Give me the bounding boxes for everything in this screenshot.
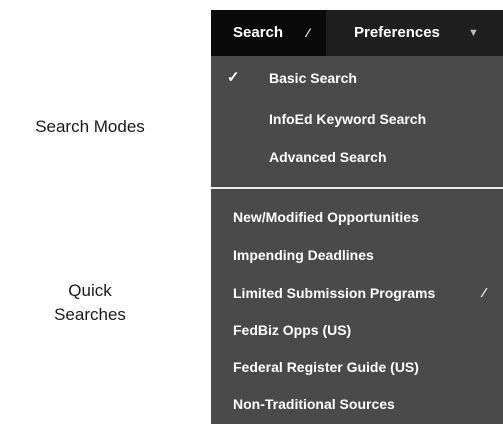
menu-item-label: Limited Submission Programs [233, 285, 436, 301]
menu-item-new-modified-opportunities[interactable]: New/Modified Opportunities [211, 201, 503, 233]
menu-divider [211, 187, 503, 189]
menu-item-label: New/Modified Opportunities [233, 209, 419, 225]
quick-searches-annotation: Quick Searches [10, 279, 170, 327]
menu-item-label: Advanced Search [269, 149, 387, 165]
search-menu-tab[interactable]: Search ⁄ [211, 10, 326, 56]
chevron-down-icon: ▼ [468, 27, 479, 39]
menu-item-label: FedBiz Opps (US) [233, 322, 352, 338]
menu-item-label: Federal Register Guide (US) [233, 359, 419, 375]
submenu-arrow-icon: ⁄ [483, 285, 486, 300]
preferences-menu-tab[interactable]: Preferences ▼ [326, 10, 503, 56]
menu-item-infoed-keyword-search[interactable]: InfoEd Keyword Search [211, 103, 503, 135]
menu-item-advanced-search[interactable]: Advanced Search [211, 141, 503, 173]
menu-item-label: Impending Deadlines [233, 247, 374, 263]
search-dropdown-menu: ✓ Basic Search InfoEd Keyword Search Adv… [211, 56, 503, 424]
preferences-menu-label: Preferences [354, 24, 440, 41]
menu-bar: Search ⁄ Preferences ▼ [211, 10, 503, 56]
menu-item-label: Basic Search [269, 70, 357, 86]
menu-item-federal-register-guide[interactable]: Federal Register Guide (US) [211, 351, 503, 383]
menu-item-non-traditional-sources[interactable]: Non-Traditional Sources [211, 388, 503, 420]
menu-item-impending-deadlines[interactable]: Impending Deadlines [211, 239, 503, 271]
menu-item-label: Non-Traditional Sources [233, 396, 395, 412]
quick-searches-annotation-line1: Quick [68, 281, 112, 300]
search-modes-annotation: Search Modes [35, 117, 145, 136]
menu-item-basic-search[interactable]: ✓ Basic Search [211, 62, 503, 94]
checkmark-icon: ✓ [227, 69, 240, 86]
menu-item-fedbiz-opps[interactable]: FedBiz Opps (US) [211, 314, 503, 346]
menu-item-label: InfoEd Keyword Search [269, 111, 427, 127]
quick-searches-annotation-line2: Searches [54, 305, 126, 324]
search-menu-label: Search [233, 24, 284, 41]
menu-item-limited-submission-programs[interactable]: Limited Submission Programs ⁄ [211, 277, 503, 309]
chevron-up-icon: ⁄ [307, 26, 310, 40]
